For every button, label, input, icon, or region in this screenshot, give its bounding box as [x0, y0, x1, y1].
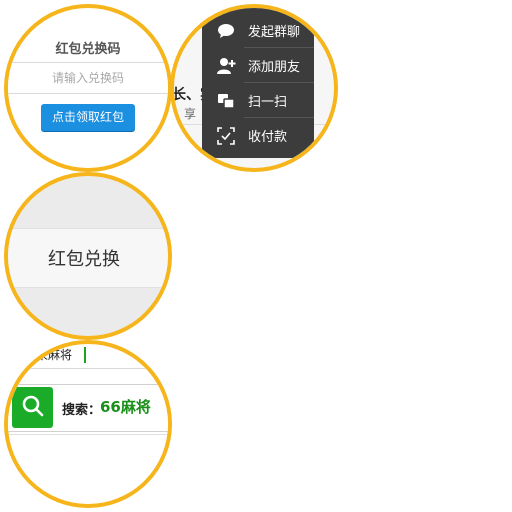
popup-menu: 发起群聊 添加朋友 扫一扫 收付款: [202, 8, 314, 158]
menu-item-add-friend[interactable]: 添加朋友: [202, 48, 314, 83]
payment-scan-icon: [216, 126, 236, 146]
menu-item-payment[interactable]: 收付款: [202, 118, 314, 153]
search-input[interactable]: 来麻将: [8, 344, 168, 369]
claim-red-packet-button[interactable]: 点击领取红包: [41, 104, 135, 131]
redeem-entry-label: 红包兑换: [48, 249, 120, 270]
redeem-title: 红包兑换码: [55, 42, 121, 57]
text-cursor: [84, 347, 86, 363]
search-term: 66麻将: [100, 398, 151, 416]
red-packet-redeem-banner: 红包兑换: [4, 172, 172, 340]
search-button[interactable]: [12, 387, 53, 428]
search-prefix: 搜索：: [62, 403, 102, 418]
scan-icon: [216, 91, 236, 111]
menu-item-label: 扫一扫: [248, 95, 288, 110]
menu-item-label: 收付款: [248, 130, 288, 145]
divider: [8, 434, 168, 435]
redeem-code-placeholder: 请输入兑换码: [51, 71, 124, 85]
search-suggestion-row[interactable]: 搜索： 66麻将: [8, 384, 168, 432]
chat-bubble-icon: [216, 21, 236, 41]
plus-menu-panel: 长、实 享 发起群聊 添加朋友 扫一扫 收付款: [170, 4, 338, 172]
menu-item-group-chat[interactable]: 发起群聊: [202, 13, 314, 48]
search-query-text: 来麻将: [36, 348, 73, 362]
add-friend-icon: [216, 56, 236, 76]
background-subtext: 享: [184, 107, 197, 121]
search-panel: 来麻将 搜索： 66麻将: [4, 340, 172, 508]
redeem-entry[interactable]: 红包兑换: [8, 228, 168, 288]
redeem-code-input[interactable]: 请输入兑换码: [8, 62, 168, 94]
redeem-code-panel: 红包兑换码 请输入兑换码 点击领取红包: [4, 4, 172, 172]
menu-item-scan[interactable]: 扫一扫: [202, 83, 314, 118]
menu-item-label: 添加朋友: [248, 60, 301, 75]
menu-item-label: 发起群聊: [248, 25, 301, 40]
search-icon: [21, 394, 45, 422]
